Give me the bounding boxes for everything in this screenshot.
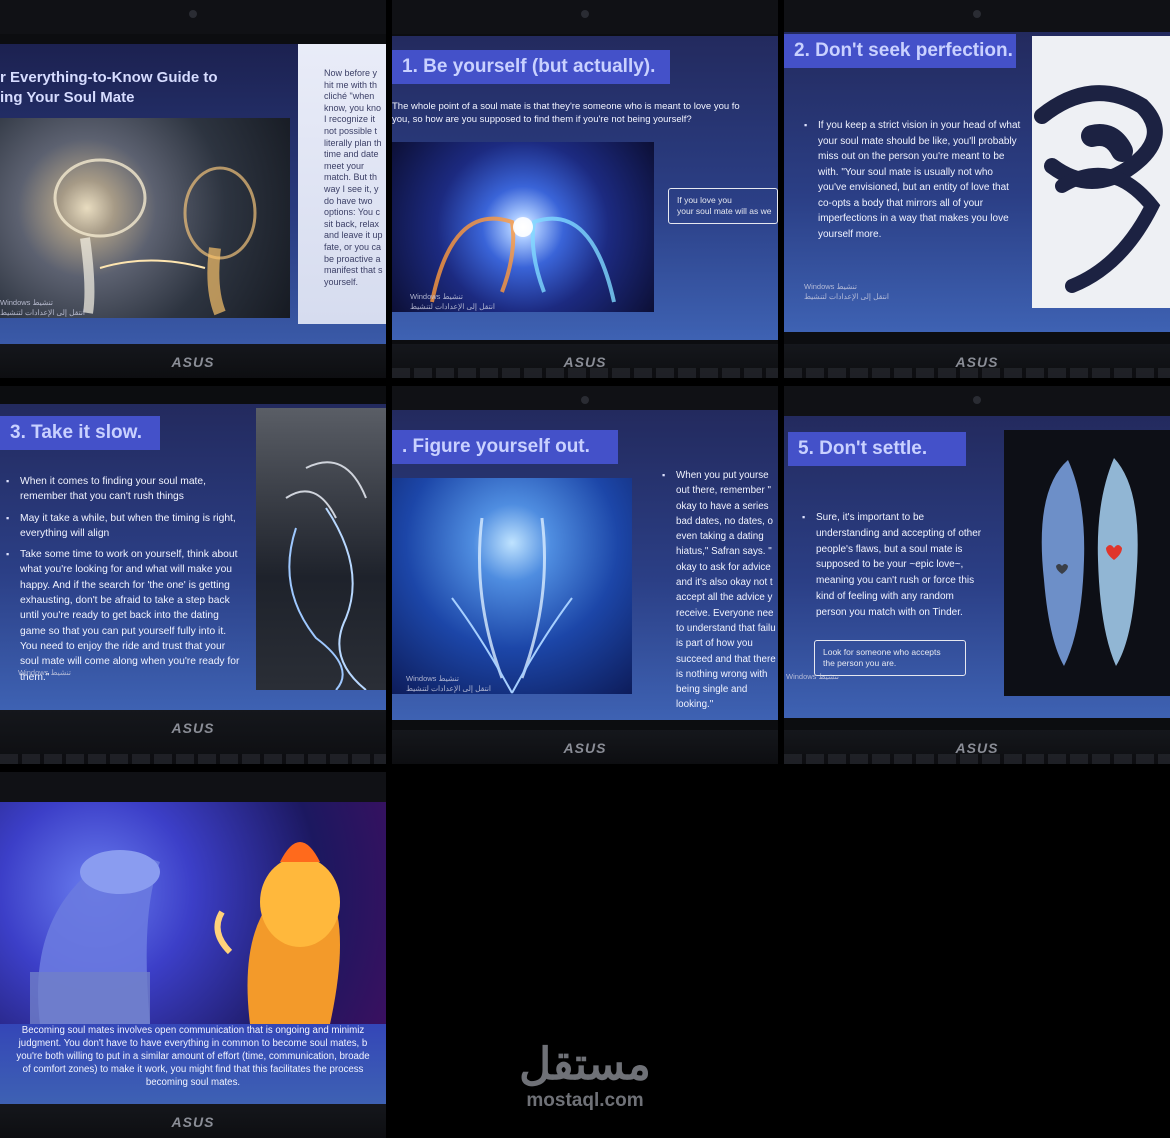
bullet-item: May it take a while, but when the timing… [6, 511, 246, 542]
camera-icon [189, 10, 197, 18]
slide-screen: r Everything-to-Know Guide to ing Your S… [0, 44, 386, 344]
couple-illustration [53, 158, 257, 316]
bezel-bottom: ASUS [392, 730, 778, 764]
slide-photo-5: . Figure yourself out. When you put your… [392, 386, 778, 764]
slide-image [0, 802, 386, 1024]
bullet-item: Sure, it's important to be understanding… [802, 510, 982, 621]
quote-box: Look for someone who accepts the person … [814, 640, 966, 676]
windows-activation-watermark: Windows تنشيط [18, 668, 71, 677]
faces-illustration [430, 216, 616, 303]
slide-body: Now before y hit me with th cliché "when… [324, 68, 383, 287]
bullet-item: Take some time to work on yourself, thin… [6, 547, 246, 685]
asus-logo: ASUS [171, 354, 215, 370]
quote-box: If you love you your soul mate will as w… [668, 188, 778, 224]
slide-subtitle: The whole point of a soul mate is that t… [392, 101, 740, 125]
keyboard [0, 754, 386, 764]
slide-title: 3. Take it slow. [0, 416, 160, 450]
swirl-illustration [285, 461, 367, 690]
slide-screen: 2. Don't seek perfection. If you keep a … [784, 32, 1170, 332]
elemental-characters-illustration [30, 842, 340, 1024]
bezel-top [392, 0, 778, 34]
windows-activation-watermark: Windows تنشيط انتقل إلى الإعدادات لتنشيط [0, 298, 86, 317]
windows-activation-watermark: Windows تنشيط انتقل إلى الإعدادات لتنشيط [410, 292, 496, 311]
slide-photo-6: 5. Don't settle. Sure, it's important to… [784, 386, 1170, 764]
asus-logo: ASUS [171, 1114, 215, 1130]
slide-title: 5. Don't settle. [788, 432, 966, 466]
bezel-top [784, 386, 1170, 420]
slide-screen: 5. Don't settle. Sure, it's important to… [784, 416, 1170, 718]
slide-photo-2: 1. Be yourself (but actually). The whole… [392, 0, 778, 378]
slide-image [256, 408, 386, 690]
keyboard [784, 368, 1170, 378]
nebula-hands-illustration [451, 517, 573, 694]
bullet-item: When it comes to finding your soul mate,… [6, 474, 246, 505]
logo-latin: mostaql.com [526, 1090, 644, 1111]
slide-photo-7: Becoming soul mates involves open commun… [0, 772, 386, 1138]
windows-activation-watermark: Windows تنشيط انتقل إلى الإعدادات لتنشيط [804, 282, 890, 301]
bezel-top [0, 0, 386, 34]
windows-activation-watermark: Windows تنشيط انتقل إلى الإعدادات لتنشيط [406, 674, 492, 693]
slide-title: . Figure yourself out. [392, 430, 618, 464]
slide-image [1032, 36, 1170, 308]
bezel-bottom: ASUS [784, 344, 1170, 378]
slide-photo-1: r Everything-to-Know Guide to ing Your S… [0, 0, 386, 378]
slide-screen: Becoming soul mates involves open commun… [0, 802, 386, 1106]
slide-body: Becoming soul mates involves open commun… [16, 1025, 370, 1088]
slide-screen: 3. Take it slow. When it comes to findin… [0, 404, 386, 710]
slide-photo-4: 3. Take it slow. When it comes to findin… [0, 386, 386, 764]
asus-logo: ASUS [563, 740, 607, 756]
bullet-item: When you put yourse out there, remember … [662, 468, 778, 713]
bullet-item: If you keep a strict vision in your head… [804, 118, 1024, 242]
slide-image [0, 118, 290, 318]
slide-photo-3: 2. Don't seek perfection. If you keep a … [784, 0, 1170, 378]
bullet-list: When it comes to finding your soul mate,… [6, 474, 246, 691]
slide-title: r Everything-to-Know Guide to ing Your S… [0, 69, 218, 106]
camera-icon [973, 396, 981, 404]
slide-image [392, 142, 654, 312]
logo-arabic: مستقل [519, 1040, 651, 1089]
keyboard [784, 754, 1170, 764]
mostaql-logo: مستقل mostaql.com [510, 1040, 660, 1112]
bullet-list: If you keep a strict vision in your head… [804, 118, 1024, 248]
bullet-list: When you put yourse out there, remember … [662, 468, 778, 719]
bezel-bottom: ASUS [0, 710, 386, 764]
brush-silhouette-illustration [1034, 85, 1163, 293]
slide-screen: 1. Be yourself (but actually). The whole… [392, 36, 778, 340]
camera-icon [581, 396, 589, 404]
camera-icon [581, 10, 589, 18]
windows-activation-watermark: Windows تنشيط [786, 672, 839, 681]
text-panel: Now before y hit me with th cliché "when… [298, 44, 386, 324]
bullet-list: Sure, it's important to be understanding… [802, 510, 982, 627]
slide-image [1004, 430, 1170, 696]
slide-title: 2. Don't seek perfection. [784, 34, 1016, 68]
slide-screen: . Figure yourself out. When you put your… [392, 410, 778, 720]
keyboard [392, 368, 778, 378]
bezel-top [784, 0, 1170, 34]
camera-icon [973, 10, 981, 18]
asus-logo: ASUS [171, 720, 215, 736]
bezel-bottom: ASUS [392, 344, 778, 378]
slide-image [392, 478, 632, 694]
bezel-bottom: ASUS [0, 344, 386, 378]
bezel-bottom: ASUS [784, 730, 1170, 764]
slide-title: 1. Be yourself (but actually). [392, 50, 670, 84]
bezel-top [0, 772, 386, 802]
lovers-illustration [1041, 458, 1138, 666]
bezel-bottom: ASUS [0, 1104, 386, 1138]
